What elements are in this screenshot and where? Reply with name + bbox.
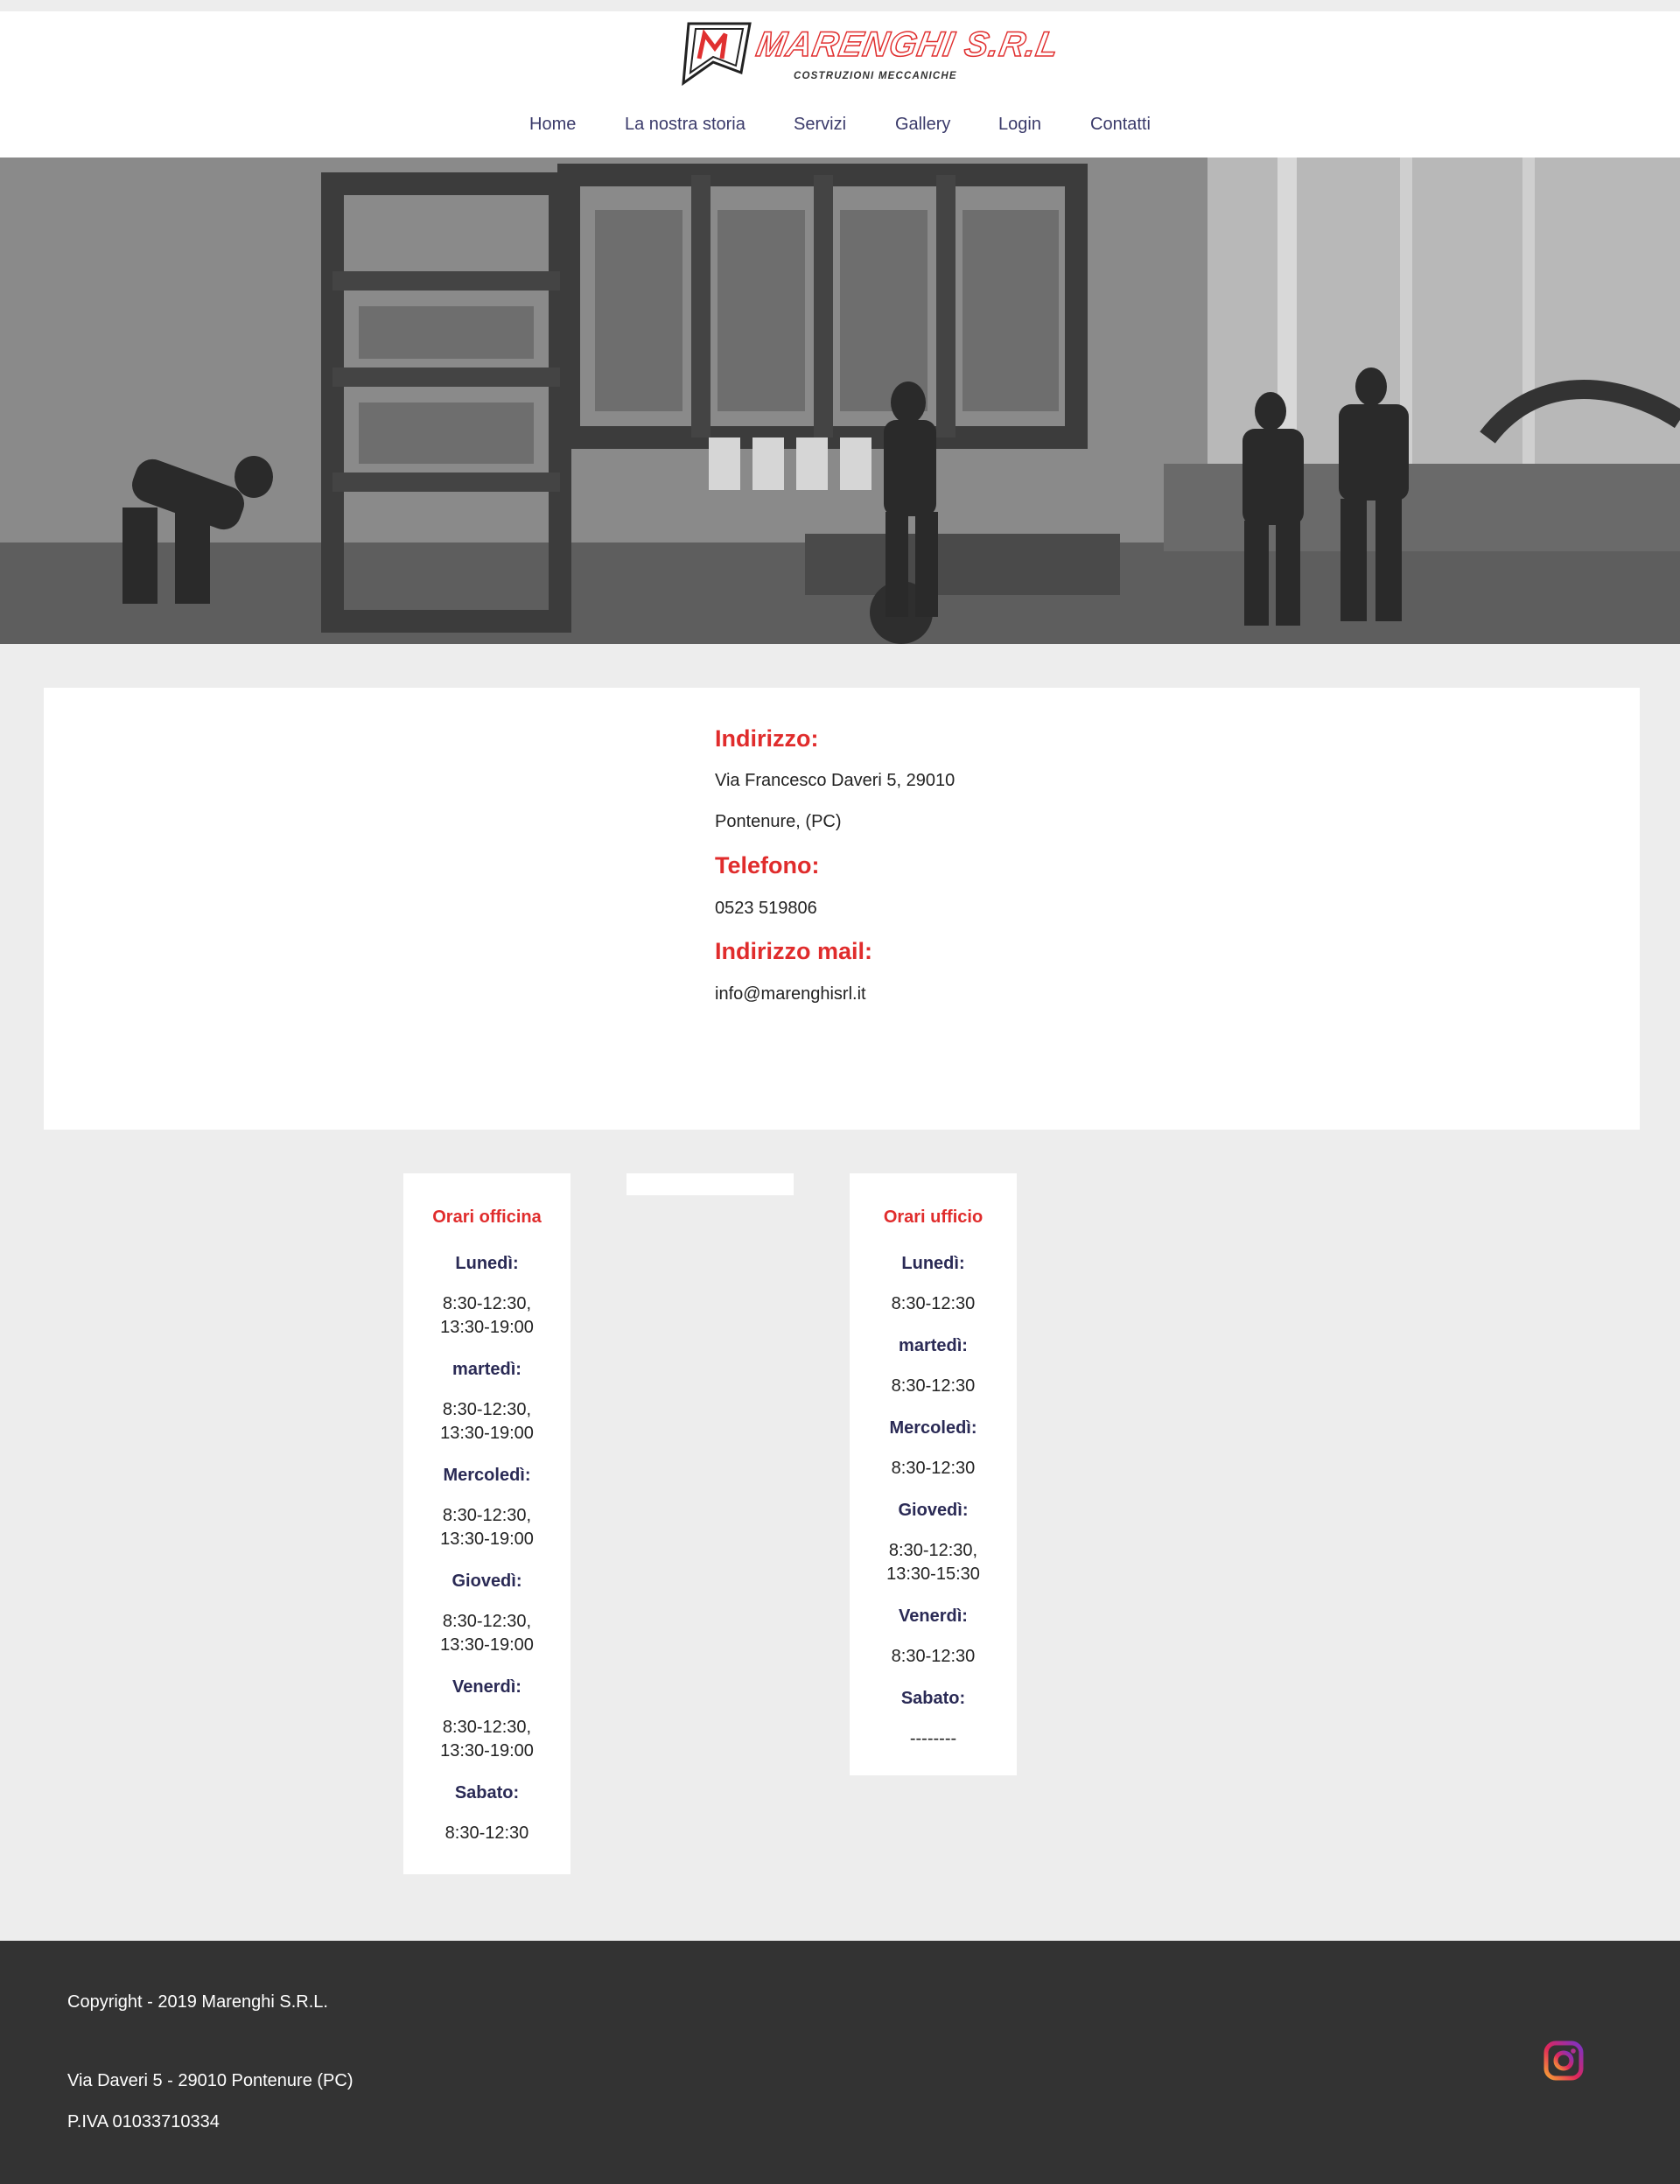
- footer-copyright: Copyright - 2019 Marenghi S.R.L.: [67, 1992, 328, 2012]
- workshop-time: 8:30-12:30: [444, 1824, 529, 1843]
- email-heading: Indirizzo mail:: [715, 938, 873, 964]
- workshop-time: 13:30-19:00: [440, 1424, 534, 1443]
- office-time: 13:30-15:30: [886, 1564, 980, 1584]
- workshop-day: martedì:: [452, 1360, 522, 1379]
- nav-la-nostra-storia[interactable]: La nostra storia: [625, 115, 746, 135]
- address-title: Indirizzo:: [715, 725, 819, 752]
- office-hours-title: Orari ufficio: [883, 1208, 984, 1227]
- workshop-day: Mercoledì:: [443, 1466, 531, 1485]
- workshop-day: Venerdì:: [452, 1677, 522, 1697]
- email-address[interactable]: info@marenghisrl.it: [715, 984, 866, 1004]
- address-line-2: Pontenure, (PC): [715, 812, 842, 831]
- office-day: Venerdì:: [899, 1606, 968, 1626]
- nav-servizi[interactable]: Servizi: [794, 115, 846, 135]
- office-time: 8:30-12:30: [891, 1376, 976, 1396]
- office-day: Lunedì:: [901, 1254, 965, 1273]
- phone-number[interactable]: 0523 519806: [715, 898, 817, 919]
- workshop-time: 8:30-12:30,: [442, 1294, 532, 1313]
- hero-image: [0, 158, 1680, 644]
- office-time: --------: [909, 1729, 957, 1748]
- workshop-time: 13:30-19:00: [440, 1635, 534, 1655]
- logo-tagline: COSTRUZIONI MECCANICHE: [794, 71, 957, 81]
- phone-heading: Telefono:: [715, 852, 820, 878]
- office-day: Sabato:: [900, 1689, 966, 1708]
- footer-address: Via Daveri 5 - 29010 Pontenure (PC): [67, 2071, 354, 2090]
- workshop-time: 8:30-12:30,: [442, 1612, 532, 1631]
- workshop-hours-card: Orari officina Lunedì: 8:30-12:30, 13:30…: [403, 1173, 570, 1874]
- workshop-photo: [0, 158, 1680, 644]
- nav-home[interactable]: Home: [529, 115, 576, 135]
- workshop-day: Sabato:: [454, 1783, 520, 1802]
- office-day: martedì:: [899, 1336, 968, 1355]
- office-day: Giovedì:: [898, 1501, 969, 1520]
- office-time: 8:30-12:30,: [888, 1541, 978, 1560]
- office-day: Mercoledì:: [889, 1418, 977, 1438]
- workshop-time: 13:30-19:00: [440, 1741, 534, 1760]
- workshop-time: 8:30-12:30,: [442, 1400, 532, 1419]
- workshop-hours-title: Orari officina: [432, 1208, 542, 1227]
- footer-vat: P.IVA 01033710334: [67, 2112, 220, 2132]
- logo-wordmark: MARENGHI S.R.L: [752, 24, 1063, 65]
- office-time: 8:30-12:30: [891, 1647, 976, 1666]
- address-line-1: Via Francesco Daveri 5, 29010: [715, 771, 956, 790]
- office-hours-card: Orari ufficio Lunedì: 8:30-12:30 martedì…: [850, 1173, 1017, 1775]
- contact-card: Indirizzo: Via Francesco Daveri 5, 29010…: [44, 688, 1640, 1130]
- company-logo[interactable]: MARENGHI S.R.L COSTRUZIONI MECCANICHE: [678, 20, 1063, 86]
- instagram-icon[interactable]: [1544, 2040, 1584, 2081]
- workshop-time: 13:30-19:00: [440, 1530, 534, 1549]
- site-header: MARENGHI S.R.L COSTRUZIONI MECCANICHE Ho…: [0, 11, 1680, 158]
- nav-contatti[interactable]: Contatti: [1090, 115, 1151, 135]
- logo-mark-icon: [682, 22, 752, 86]
- office-time: 8:30-12:30: [891, 1294, 976, 1313]
- workshop-time: 8:30-12:30,: [442, 1718, 532, 1737]
- workshop-time: 8:30-12:30,: [442, 1506, 532, 1525]
- office-time: 8:30-12:30: [891, 1459, 976, 1478]
- nav-login[interactable]: Login: [998, 115, 1041, 135]
- workshop-day: Lunedì:: [455, 1254, 519, 1273]
- nav-gallery[interactable]: Gallery: [895, 115, 950, 135]
- workshop-day: Giovedì:: [452, 1572, 522, 1591]
- site-footer: Copyright - 2019 Marenghi S.R.L. Via Dav…: [0, 1941, 1680, 2184]
- empty-card: [626, 1173, 794, 1195]
- workshop-time: 13:30-19:00: [440, 1318, 534, 1337]
